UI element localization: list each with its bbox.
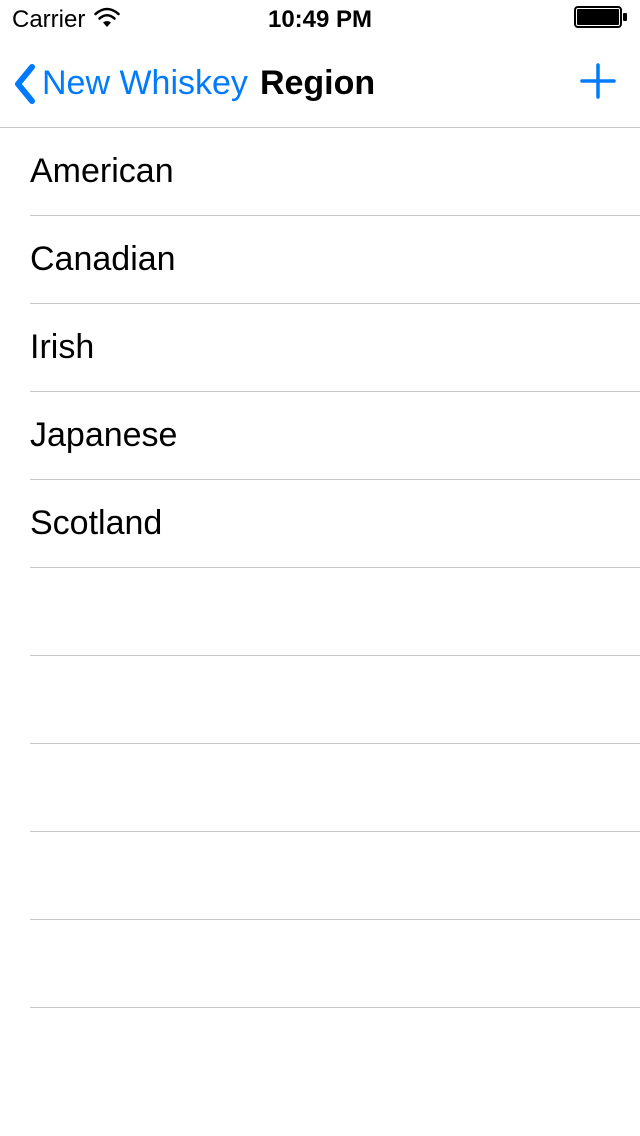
list-item-label: Canadian: [30, 240, 176, 279]
list-item[interactable]: Canadian: [30, 216, 640, 304]
list-item[interactable]: American: [30, 128, 640, 216]
list-item[interactable]: [30, 656, 640, 744]
status-right: [574, 6, 628, 35]
list-item[interactable]: [30, 744, 640, 832]
back-button[interactable]: New Whiskey: [12, 63, 248, 105]
list-item[interactable]: Japanese: [30, 392, 640, 480]
add-button[interactable]: [576, 59, 620, 108]
status-left: Carrier: [12, 6, 121, 34]
back-label: New Whiskey: [42, 64, 248, 103]
list-item-label: Irish: [30, 328, 94, 367]
list-item[interactable]: [30, 832, 640, 920]
list-item[interactable]: [30, 568, 640, 656]
nav-bar: New Whiskey Region: [0, 40, 640, 128]
list-item[interactable]: Irish: [30, 304, 640, 392]
page-title: Region: [260, 64, 375, 103]
list-item[interactable]: [30, 920, 640, 1008]
status-time: 10:49 PM: [268, 6, 372, 34]
chevron-left-icon: [12, 63, 36, 105]
plus-icon: [576, 59, 620, 108]
battery-icon: [574, 6, 628, 35]
status-bar: Carrier 10:49 PM: [0, 0, 640, 40]
region-list: American Canadian Irish Japanese Scotlan…: [0, 128, 640, 1008]
wifi-icon: [93, 6, 121, 34]
list-item-label: American: [30, 152, 174, 191]
list-item-label: Japanese: [30, 416, 177, 455]
list-item-label: Scotland: [30, 504, 162, 543]
list-item[interactable]: Scotland: [30, 480, 640, 568]
carrier-label: Carrier: [12, 6, 85, 34]
